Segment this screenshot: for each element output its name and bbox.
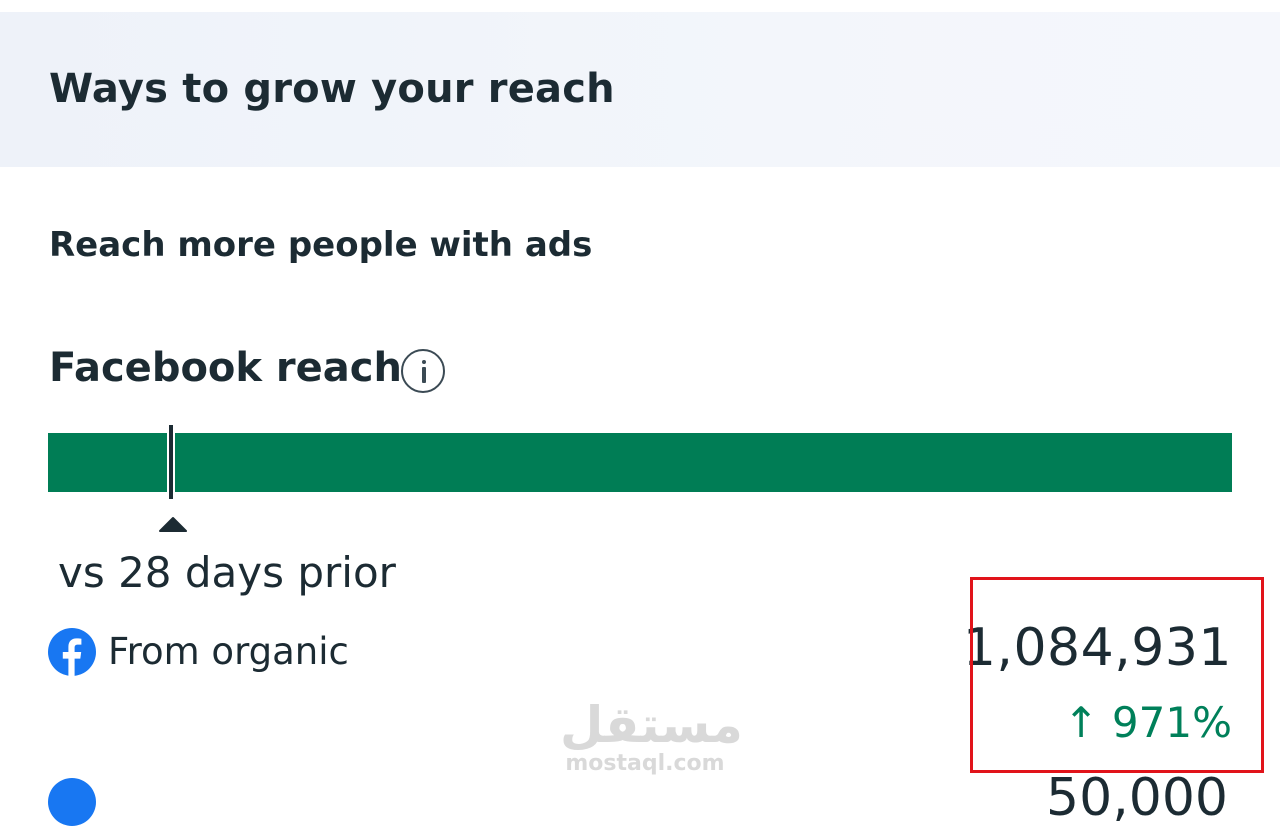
- page-title: Ways to grow your reach: [49, 66, 615, 112]
- metric-title: Facebook reach: [49, 345, 402, 391]
- watermark-latin: mostaql.com: [565, 751, 725, 776]
- facebook-icon: [48, 778, 96, 826]
- ads-section-link[interactable]: Reach more people with ads: [49, 225, 592, 265]
- caret-up-icon: [159, 517, 187, 532]
- watermark: مستقل mostaql.com: [560, 696, 743, 776]
- highlight-box: [970, 577, 1264, 773]
- top-strip: [0, 0, 1280, 12]
- info-icon[interactable]: [401, 349, 445, 393]
- facebook-icon: [48, 628, 96, 676]
- second-reach-value: 50,000: [1046, 768, 1228, 828]
- comparison-label: vs 28 days prior: [58, 548, 396, 597]
- comparison-marker: [169, 425, 173, 499]
- watermark-arabic: مستقل: [560, 696, 743, 754]
- organic-source-label: From organic: [108, 630, 349, 673]
- reach-progress-bar: [48, 433, 1232, 492]
- info-icon-dot: [422, 360, 426, 364]
- info-icon-stem: [422, 367, 426, 383]
